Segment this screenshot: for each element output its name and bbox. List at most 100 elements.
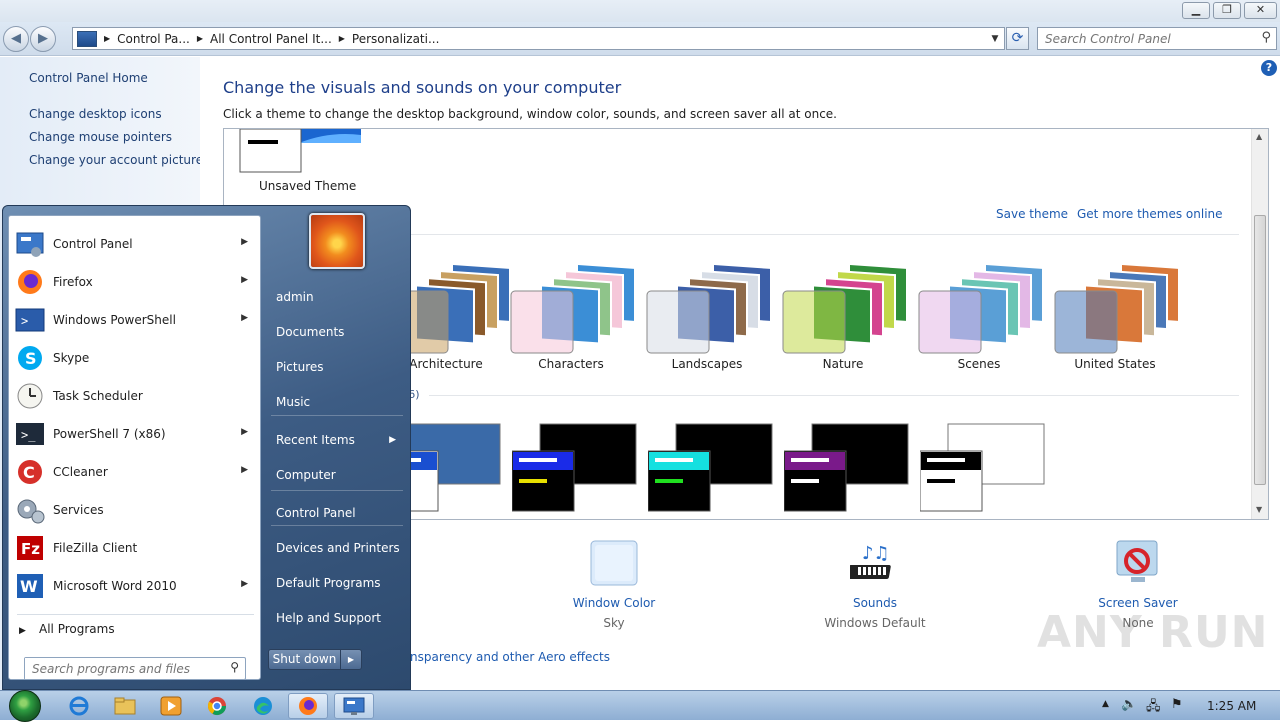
control-panel-link[interactable]: Control Panel: [266, 498, 406, 528]
search-icon[interactable]: ⚲: [1261, 30, 1271, 45]
breadcrumb-personalization[interactable]: Personalizati...: [348, 32, 443, 46]
start-program-item[interactable]: Fz FileZilla Client: [9, 529, 260, 567]
start-program-item[interactable]: Firefox ▶: [9, 263, 260, 301]
scroll-thumb[interactable]: [1254, 215, 1266, 485]
aero-theme-thumbnail[interactable]: [507, 257, 635, 355]
music-link[interactable]: Music: [266, 387, 406, 417]
aero-theme-thumbnail[interactable]: [779, 257, 907, 355]
shutdown-button[interactable]: Shut down ▶: [268, 649, 362, 670]
unsaved-theme-label[interactable]: Unsaved Theme: [259, 179, 356, 193]
aero-theme-thumbnail[interactable]: [1051, 257, 1179, 355]
window-color-label[interactable]: Window Color: [539, 596, 689, 610]
sounds-label[interactable]: Sounds: [800, 596, 950, 610]
refresh-button[interactable]: ⟳: [1006, 27, 1029, 50]
default-programs-link[interactable]: Default Programs: [266, 568, 406, 598]
aero-theme-thumbnail[interactable]: [643, 257, 771, 355]
change-account-picture-link[interactable]: Change your account picture: [29, 153, 203, 167]
scroll-down-icon[interactable]: ▼: [1256, 505, 1262, 514]
computer-link[interactable]: Computer: [266, 460, 406, 490]
start-program-item[interactable]: C CCleaner ▶: [9, 453, 260, 491]
recent-items-link[interactable]: Recent Items ▶: [266, 425, 406, 455]
aero-theme-thumbnail[interactable]: [915, 257, 1043, 355]
internet-explorer-icon[interactable]: [59, 693, 99, 719]
aero-theme-item[interactable]: Scenes: [915, 257, 1043, 375]
start-program-item[interactable]: Task Scheduler: [9, 377, 260, 415]
taskbar-clock[interactable]: 1:25 AM: [1207, 699, 1256, 713]
chevron-right-icon[interactable]: ▶: [194, 34, 206, 43]
maximize-button[interactable]: ❐: [1213, 2, 1241, 19]
chevron-right-icon[interactable]: ▶: [336, 34, 348, 43]
change-desktop-icons-link[interactable]: Change desktop icons: [29, 107, 162, 121]
start-program-item[interactable]: W Microsoft Word 2010 ▶: [9, 567, 260, 605]
theme-scrollbar[interactable]: ▲ ▼: [1251, 129, 1268, 519]
high-contrast-theme-thumbnail[interactable]: [648, 423, 776, 513]
window-color-tile[interactable]: Window Color Sky: [539, 537, 689, 630]
aero-theme-label[interactable]: United States: [1051, 357, 1179, 371]
action-center-flag-icon[interactable]: ⚑: [1171, 697, 1183, 712]
chevron-right-icon[interactable]: ▶: [241, 313, 248, 323]
aero-theme-item[interactable]: United States: [1051, 257, 1179, 375]
chevron-right-icon[interactable]: ▶: [241, 275, 248, 285]
start-program-item[interactable]: > Windows PowerShell ▶: [9, 301, 260, 339]
search-input[interactable]: [1038, 28, 1248, 49]
save-theme-link[interactable]: Save theme: [996, 207, 1068, 221]
start-program-item[interactable]: Services: [9, 491, 260, 529]
network-icon[interactable]: 🖧: [1146, 697, 1161, 719]
user-avatar[interactable]: [309, 213, 365, 269]
volume-icon[interactable]: 🔈: [1121, 697, 1137, 712]
search-box[interactable]: ⚲: [1037, 27, 1277, 50]
pictures-link[interactable]: Pictures: [266, 352, 406, 382]
shutdown-label[interactable]: Shut down: [269, 650, 341, 669]
start-program-item[interactable]: Control Panel ▶: [9, 225, 260, 263]
unsaved-theme-thumbnail[interactable]: [239, 129, 361, 173]
edge-icon[interactable]: [243, 693, 283, 719]
forward-button[interactable]: ▶: [30, 26, 56, 52]
control-panel-taskbar-icon[interactable]: [334, 693, 374, 719]
aero-effects-link[interactable]: nsparency and other Aero effects: [410, 650, 610, 664]
aero-theme-label[interactable]: Landscapes: [643, 357, 771, 371]
close-button[interactable]: ✕: [1244, 2, 1277, 19]
back-button[interactable]: ◀: [3, 26, 29, 52]
all-programs-item[interactable]: ▶ All Programs: [19, 622, 115, 636]
chevron-right-icon[interactable]: ▶: [101, 34, 113, 43]
start-search-box[interactable]: ⚲: [24, 657, 246, 680]
high-contrast-theme-thumbnail[interactable]: [512, 423, 640, 513]
start-program-item[interactable]: >_ PowerShell 7 (x86) ▶: [9, 415, 260, 453]
scroll-up-icon[interactable]: ▲: [1256, 132, 1262, 141]
user-name-link[interactable]: admin: [266, 282, 406, 312]
chevron-right-icon[interactable]: ▶: [241, 579, 248, 589]
aero-theme-label[interactable]: Scenes: [915, 357, 1043, 371]
media-player-icon[interactable]: [151, 693, 191, 719]
aero-theme-item[interactable]: Landscapes: [643, 257, 771, 375]
start-program-item[interactable]: S Skype: [9, 339, 260, 377]
aero-theme-item[interactable]: Characters: [507, 257, 635, 375]
breadcrumb-control-panel[interactable]: Control Pa...: [113, 32, 194, 46]
high-contrast-theme-thumbnail[interactable]: [784, 423, 912, 513]
search-icon[interactable]: ⚲: [230, 660, 239, 674]
chevron-right-icon[interactable]: ▶: [241, 465, 248, 475]
high-contrast-theme-thumbnail[interactable]: [920, 423, 1048, 513]
get-more-themes-link[interactable]: Get more themes online: [1077, 207, 1223, 221]
devices-printers-link[interactable]: Devices and Printers: [266, 533, 406, 563]
change-mouse-pointers-link[interactable]: Change mouse pointers: [29, 130, 172, 144]
chevron-right-icon[interactable]: ▶: [341, 650, 361, 669]
help-icon[interactable]: ?: [1261, 60, 1277, 76]
aero-theme-label[interactable]: Characters: [507, 357, 635, 371]
start-search-input[interactable]: [25, 658, 220, 679]
documents-link[interactable]: Documents: [266, 317, 406, 347]
aero-theme-item[interactable]: Nature: [779, 257, 907, 375]
breadcrumb-all-items[interactable]: All Control Panel It...: [206, 32, 336, 46]
start-button[interactable]: [9, 690, 41, 722]
aero-theme-label[interactable]: Nature: [779, 357, 907, 371]
sounds-tile[interactable]: ♪♫ Sounds Windows Default: [800, 537, 950, 630]
address-bar[interactable]: ▶ Control Pa... ▶ All Control Panel It..…: [72, 27, 1005, 50]
file-explorer-icon[interactable]: [105, 693, 145, 719]
minimize-button[interactable]: ▁: [1182, 2, 1210, 19]
show-hidden-icons-button[interactable]: ▲: [1102, 699, 1109, 709]
help-support-link[interactable]: Help and Support: [266, 603, 406, 633]
firefox-taskbar-icon[interactable]: [288, 693, 328, 719]
chevron-right-icon[interactable]: ▶: [241, 427, 248, 437]
chrome-icon[interactable]: [197, 693, 237, 719]
chevron-down-icon[interactable]: ▼: [986, 34, 1004, 44]
chevron-right-icon[interactable]: ▶: [241, 237, 248, 247]
